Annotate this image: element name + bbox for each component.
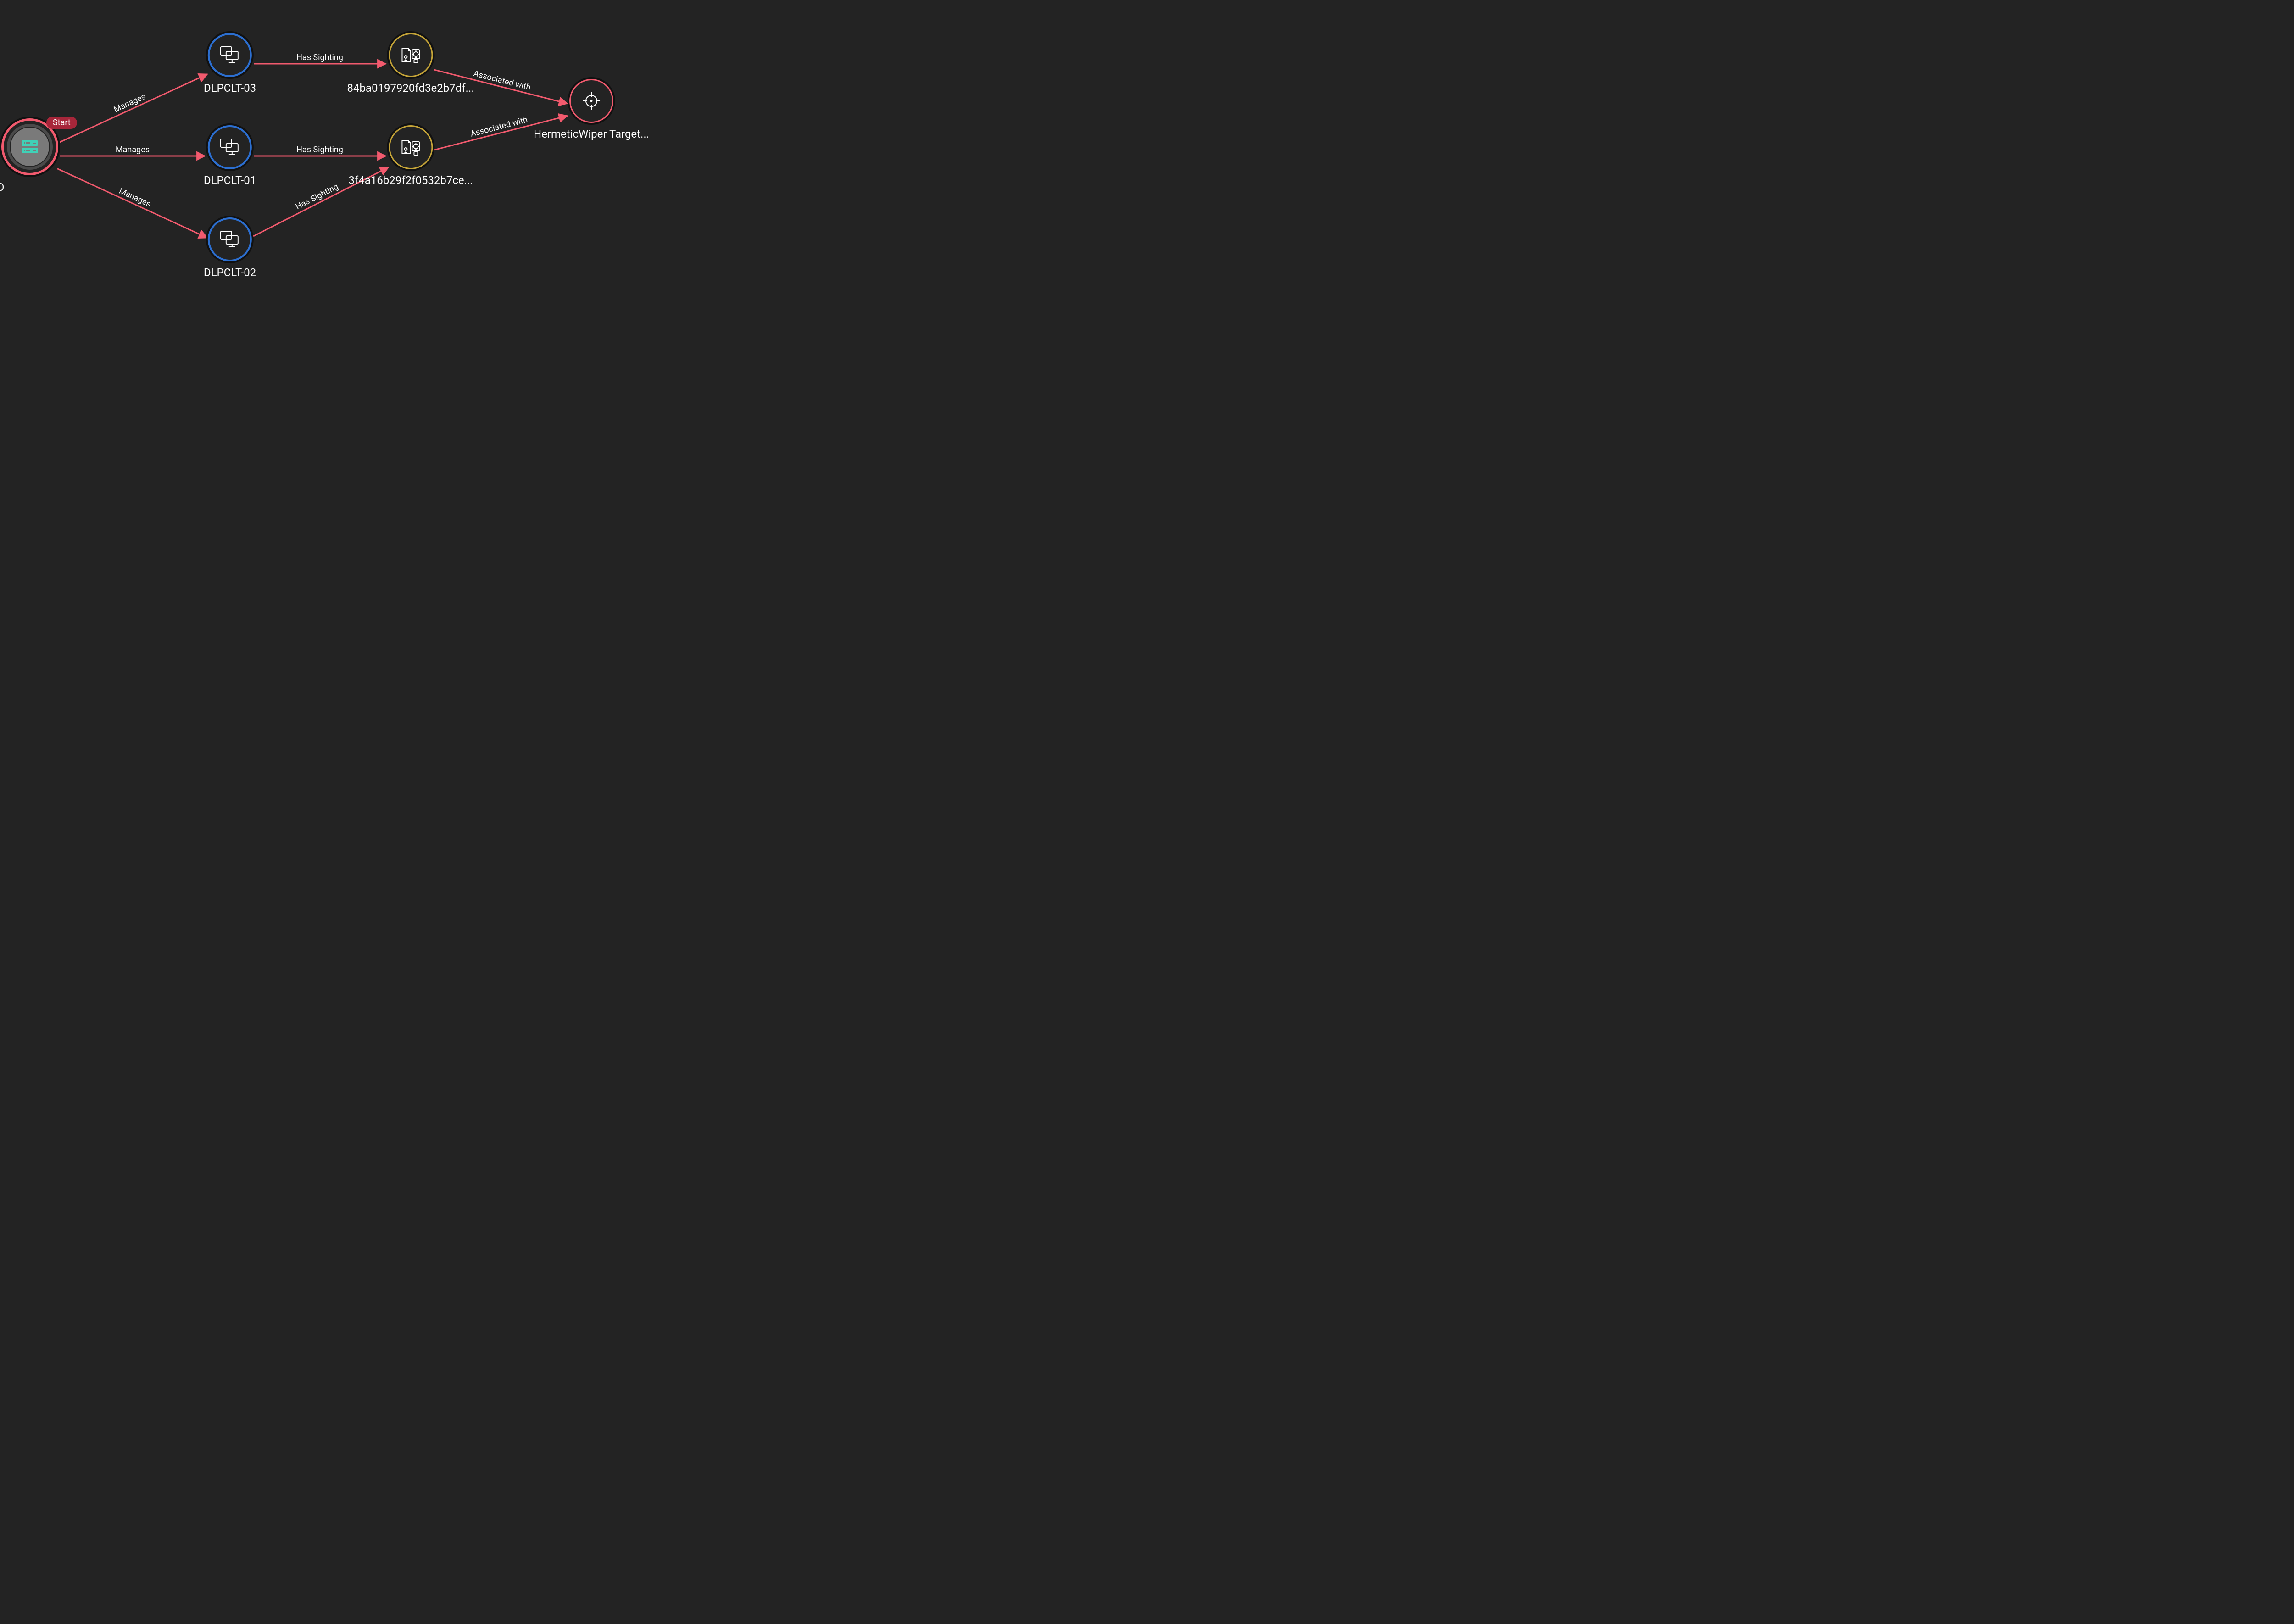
- hosts-icon: [220, 138, 240, 156]
- edge-label: Manages: [112, 92, 147, 115]
- graph-canvas[interactable]: Manages Manages Manages Has Sighting Has Sig…: [0, 0, 727, 321]
- edge-label: Has Sighting: [294, 182, 340, 211]
- node-label: DLPCLT-02: [204, 266, 256, 279]
- edge-label: Associated with: [473, 69, 532, 93]
- crosshair-icon: [581, 91, 601, 111]
- indicator-ring: [389, 125, 433, 169]
- node-host-dlpclt-01[interactable]: DLPCLT-01: [204, 125, 256, 187]
- epo-inner-ring: [7, 124, 53, 170]
- node-label: DLPCLT-01: [204, 174, 256, 187]
- target-ring: [569, 79, 613, 123]
- host-ring: [208, 125, 252, 169]
- node-target-hermeticwiper[interactable]: HermeticWiper Target...: [534, 79, 649, 140]
- node-epo[interactable]: Start ePO: [1, 118, 58, 194]
- node-label: HermeticWiper Target...: [534, 128, 649, 140]
- indicator-ring: [389, 33, 433, 77]
- node-label: 3f4a16b29f2f0532b7ce...: [348, 174, 473, 187]
- hosts-icon: [220, 230, 240, 249]
- file-malware-icon: [400, 46, 421, 64]
- edge-label: Associated with: [469, 115, 529, 139]
- edge-line: [57, 169, 207, 238]
- node-label: ePO: [0, 181, 4, 194]
- edge-label: Has Sighting: [296, 53, 343, 62]
- node-host-dlpclt-02[interactable]: DLPCLT-02: [204, 217, 256, 279]
- node-label: DLPCLT-03: [204, 82, 256, 95]
- edge-label: Manages: [116, 145, 150, 155]
- epo-fill: [11, 128, 49, 166]
- hosts-icon: [220, 46, 240, 64]
- node-host-dlpclt-03[interactable]: DLPCLT-03: [204, 33, 256, 95]
- server-icon: [22, 140, 38, 154]
- edge-line: [57, 74, 207, 144]
- host-ring: [208, 217, 252, 261]
- node-indicator-84ba[interactable]: 84ba0197920fd3e2b7df...: [347, 33, 474, 95]
- edge-label: Manages: [117, 186, 152, 209]
- start-badge: Start: [46, 117, 77, 129]
- node-label: 84ba0197920fd3e2b7df...: [347, 82, 474, 95]
- edge-label: Has Sighting: [296, 145, 343, 155]
- host-ring: [208, 33, 252, 77]
- file-malware-icon: [400, 138, 421, 156]
- node-indicator-3f4a[interactable]: 3f4a16b29f2f0532b7ce...: [348, 125, 473, 187]
